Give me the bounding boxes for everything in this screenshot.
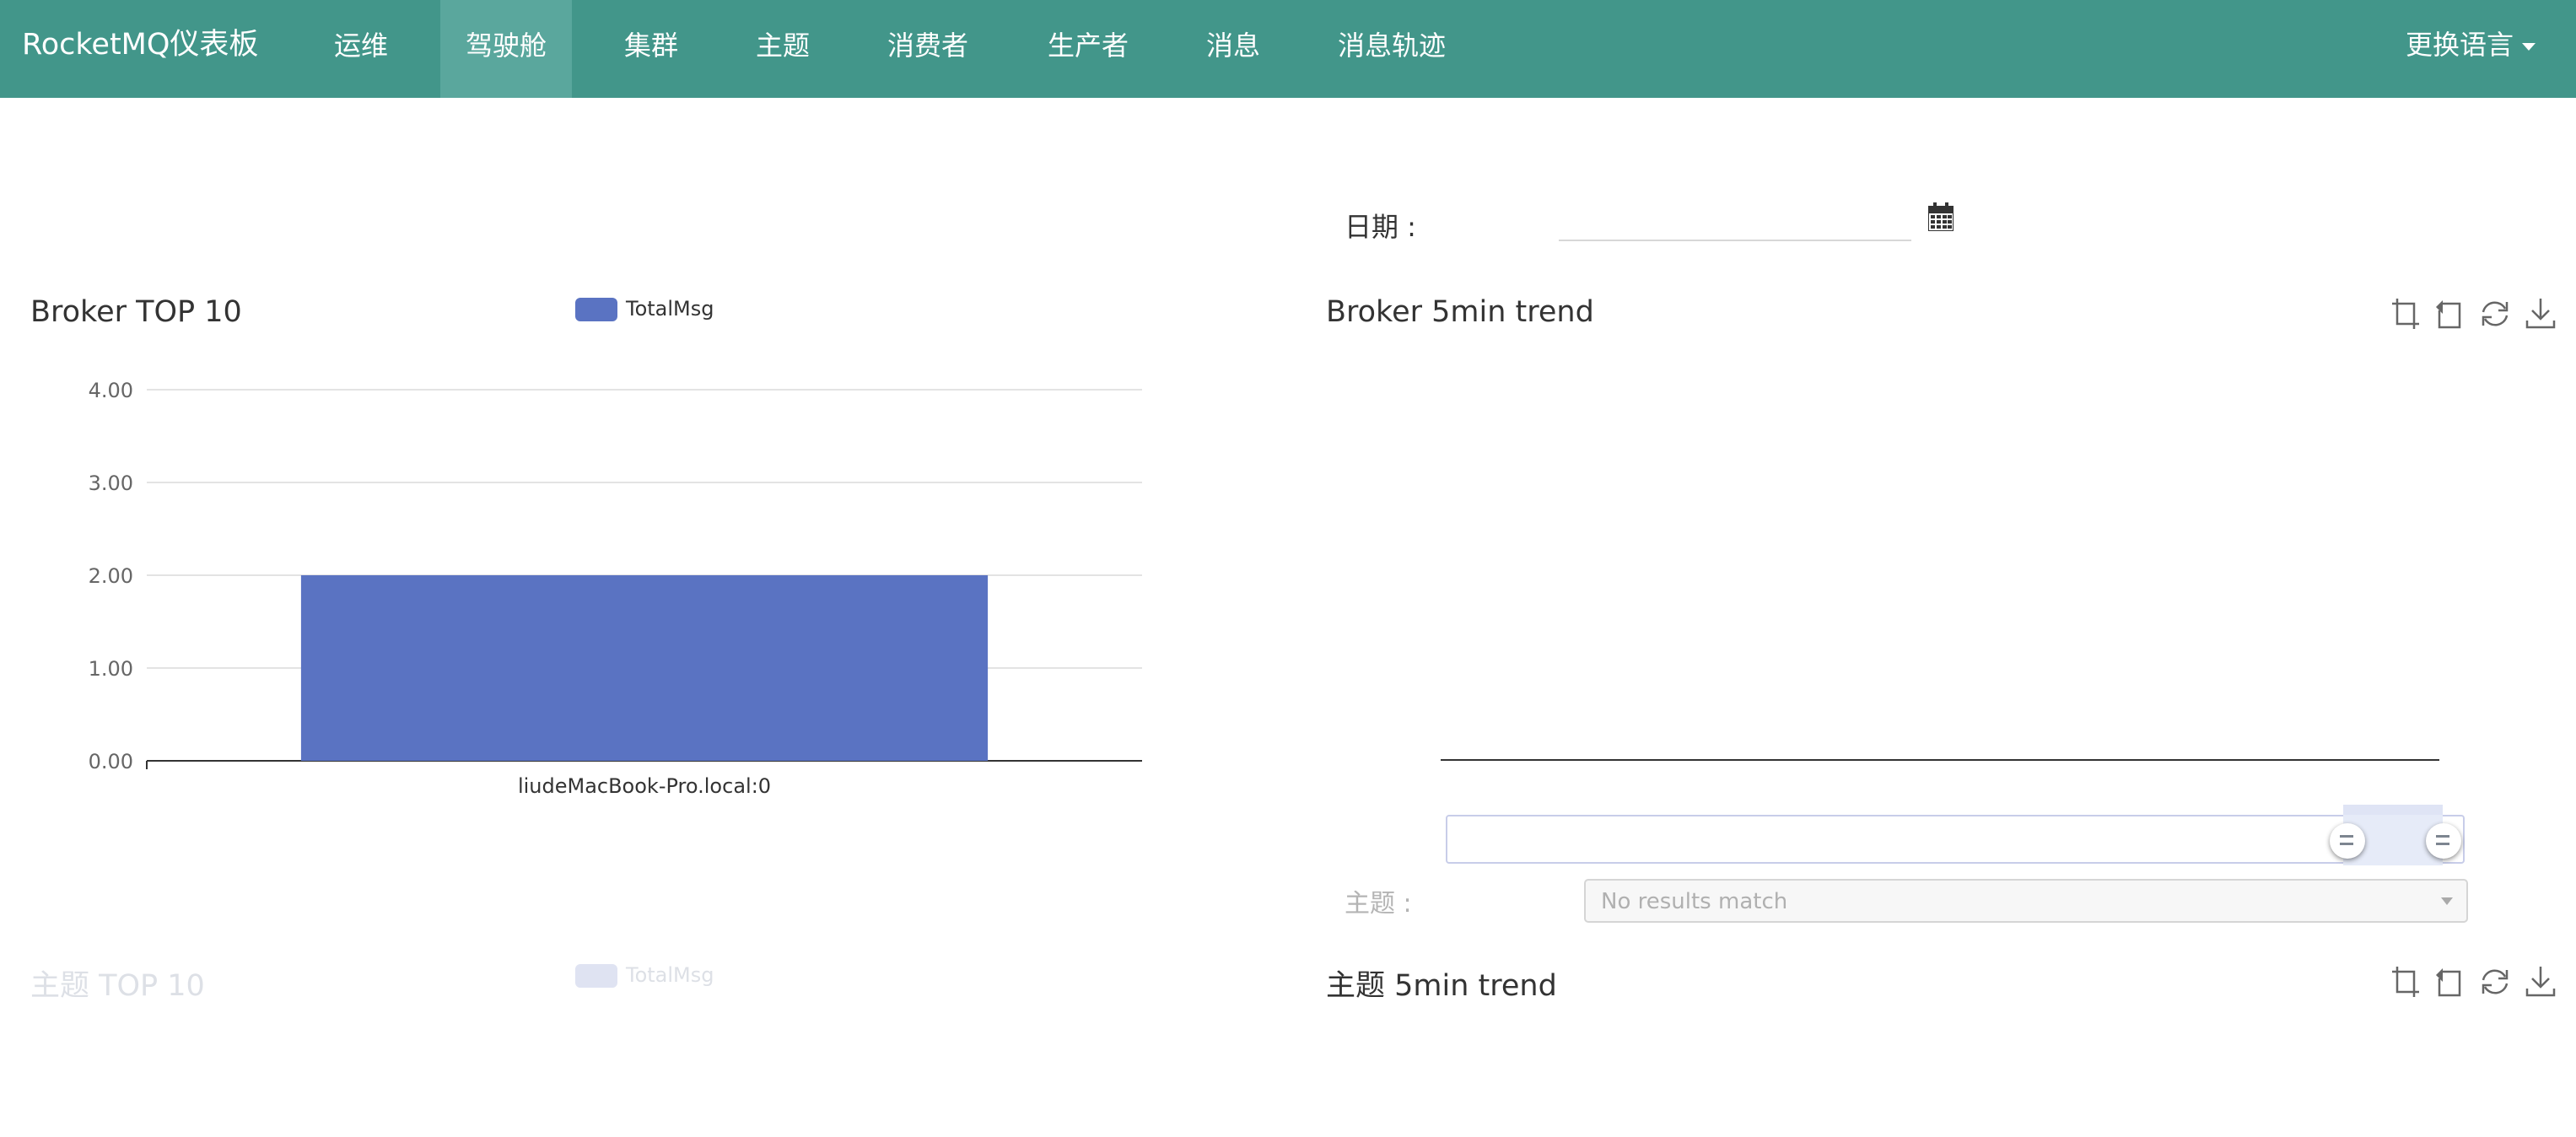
nav-item-message[interactable]: 消息 <box>1181 0 1285 98</box>
legend-swatch <box>575 964 617 988</box>
restore-icon[interactable] <box>2478 965 2512 999</box>
nav-item-ops[interactable]: 运维 <box>309 0 413 98</box>
y-tick-label: 1.00 <box>89 657 133 681</box>
top-navbar: RocketMQ仪表板 运维 驾驶舱 集群 主题 消费者 生产者 消息 消息轨迹… <box>0 0 2576 98</box>
nav-item-consumer[interactable]: 消费者 <box>862 0 994 98</box>
y-tick-label: 3.00 <box>89 472 133 495</box>
language-dropdown[interactable]: 更换语言 <box>2406 24 2536 62</box>
date-input[interactable] <box>1559 196 1911 241</box>
legend-label: TotalMsg <box>626 297 714 321</box>
topic-select-placeholder: No results match <box>1601 889 1788 914</box>
topic-label: 主题 : <box>1345 889 1412 919</box>
data-zoom-slider[interactable] <box>1446 815 2465 864</box>
data-zoom-left-handle[interactable] <box>2330 823 2365 859</box>
legend-swatch <box>575 298 617 321</box>
topic-trend-toolbox <box>2390 965 2556 1000</box>
broker-trend-x-axis <box>1441 759 2439 761</box>
y-tick-label: 2.00 <box>89 564 133 588</box>
brand-title[interactable]: RocketMQ仪表板 <box>22 20 258 63</box>
download-icon[interactable] <box>2525 297 2556 331</box>
broker-top10-chart: 0.00 1.00 2.00 3.00 4.00 liudeMacBook-Pro.loc… <box>89 379 1142 798</box>
broker-trend-title: Broker 5min trend <box>1326 295 1594 329</box>
y-tick-label: 0.00 <box>89 750 133 773</box>
broker-top10-legend[interactable]: TotalMsg <box>575 297 714 321</box>
broker-trend-toolbox <box>2390 297 2556 332</box>
topic-top10-legend[interactable]: TotalMsg <box>575 963 714 988</box>
data-zoom-window-bar[interactable] <box>2343 805 2443 815</box>
nav-item-cluster[interactable]: 集群 <box>599 0 703 98</box>
topic-top10-title: 主题 TOP 10 <box>30 969 205 1003</box>
download-icon[interactable] <box>2525 965 2556 999</box>
nav-item-dashboard[interactable]: 驾驶舱 <box>440 0 573 98</box>
bar <box>300 575 989 761</box>
y-tick-label: 4.00 <box>89 379 133 402</box>
x-tick-label: liudeMacBook-Pro.local:0 <box>518 774 771 798</box>
data-zoom-reset-icon[interactable] <box>2434 965 2465 999</box>
date-label: 日期 : <box>1345 211 1416 243</box>
caret-down-icon <box>2522 42 2536 51</box>
restore-icon[interactable] <box>2478 297 2512 331</box>
data-zoom-right-handle[interactable] <box>2426 823 2461 859</box>
topic-trend-title: 主题 5min trend <box>1326 969 1557 1003</box>
data-zoom-icon[interactable] <box>2390 965 2421 999</box>
topic-select[interactable]: No results match <box>1584 879 2468 923</box>
data-zoom-reset-icon[interactable] <box>2434 297 2465 331</box>
broker-top10-title: Broker TOP 10 <box>30 295 242 329</box>
nav-item-message-trace[interactable]: 消息轨迹 <box>1312 0 1471 98</box>
legend-label: TotalMsg <box>626 963 714 987</box>
nav-item-producer[interactable]: 生产者 <box>1022 0 1154 98</box>
calendar-icon[interactable] <box>1928 202 1954 231</box>
nav-item-topic[interactable]: 主题 <box>730 0 835 98</box>
language-label: 更换语言 <box>2405 29 2514 61</box>
chevron-down-icon <box>2441 897 2453 905</box>
data-zoom-icon[interactable] <box>2390 297 2421 331</box>
